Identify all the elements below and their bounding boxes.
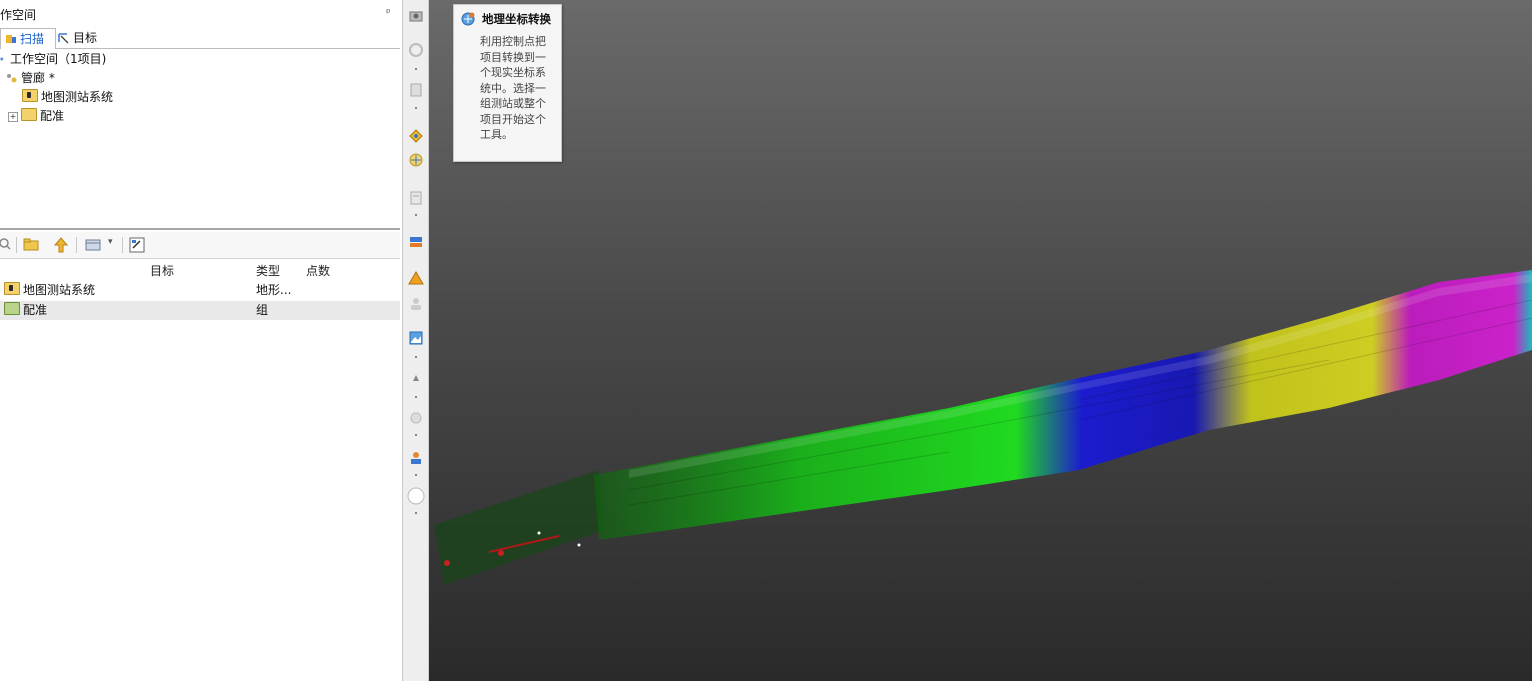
- rotate-icon[interactable]: [408, 42, 424, 58]
- person-pin-icon[interactable]: [408, 450, 424, 466]
- workspace-title: 作空间: [0, 8, 37, 22]
- expand-icon[interactable]: +: [8, 112, 18, 122]
- project-key-icon: [7, 74, 17, 83]
- map-station-folder-icon: [22, 89, 38, 102]
- workspace-header: 作空间 ᵖ: [0, 4, 400, 24]
- column-header-target[interactable]: 目标: [150, 262, 174, 279]
- tree-item-registration[interactable]: + 配准: [8, 107, 64, 125]
- tab-scan[interactable]: 扫描: [0, 28, 56, 49]
- table-row[interactable]: 地图测站系统 地形...: [0, 281, 400, 300]
- geo-transform-icon[interactable]: [408, 152, 424, 168]
- user-icon[interactable]: [408, 296, 424, 312]
- map-station-folder-icon: [4, 282, 20, 295]
- tooltip-line: 项目转换到一: [480, 50, 546, 64]
- image-icon[interactable]: [408, 330, 424, 346]
- row-name: 配准: [23, 303, 48, 317]
- pin-icon[interactable]: ᵖ: [386, 6, 391, 19]
- tooltip-geo-transform: 地理坐标转换 利用控制点把 项目转换到一 个现实坐标系 统中。选择一 组测站或整…: [453, 4, 562, 162]
- folder-open-icon[interactable]: [22, 236, 40, 254]
- tool-strip: [403, 0, 429, 681]
- sphere-icon[interactable]: [408, 410, 424, 426]
- project-tree: 工作空间（1项目) 管廊 * 地图测站系统 + 配准: [0, 48, 400, 230]
- scan-icon: [6, 35, 16, 43]
- point-cloud: [434, 270, 1532, 585]
- cloud-sparse: [434, 470, 604, 585]
- layers-icon[interactable]: [408, 234, 424, 250]
- column-header-type[interactable]: 类型: [256, 262, 280, 279]
- items-table: 目标 类型 点数 地图测站系统 地形... 配准 组: [0, 260, 400, 681]
- tooltip-line: 利用控制点把: [480, 35, 546, 48]
- tooltip-line: 工具。: [480, 128, 513, 141]
- fit-view-icon[interactable]: [408, 128, 424, 144]
- tooltip-title: 地理坐标转换: [482, 12, 551, 26]
- small-triangle-icon[interactable]: [408, 370, 424, 386]
- tooltip-body: 利用控制点把 项目转换到一 个现实坐标系 统中。选择一 组测站或整个 项目开始这…: [480, 34, 556, 143]
- circle-icon[interactable]: [407, 487, 425, 505]
- tree-item-label: 地图测站系统: [41, 90, 114, 104]
- tab-target[interactable]: 目标: [54, 28, 112, 48]
- warning-icon[interactable]: [408, 270, 424, 286]
- view-options-icon[interactable]: [84, 236, 102, 254]
- tooltip-line: 项目开始这个: [480, 112, 546, 126]
- target-icon: [58, 33, 69, 44]
- tab-target-label: 目标: [73, 31, 98, 45]
- tooltip-line: 统中。选择一: [480, 81, 546, 95]
- tree-item-map-station[interactable]: 地图测站系统: [22, 88, 113, 106]
- home-view-icon[interactable]: [408, 8, 424, 24]
- tree-root[interactable]: 工作空间（1项目): [0, 50, 106, 68]
- tree-root-label: 工作空间（1项目): [10, 52, 107, 66]
- up-arrow-icon[interactable]: [52, 236, 70, 254]
- group-folder-icon: [4, 302, 20, 315]
- row-type: 组: [256, 303, 269, 317]
- document-icon[interactable]: [408, 190, 424, 206]
- properties-icon[interactable]: [128, 236, 146, 254]
- tooltip-line: 个现实坐标系: [480, 66, 546, 79]
- workspace-panel: 作空间 ᵖ 扫描 目标 工作空间（1项目) 管廊 * 地图测站系统 + 配准 ▾: [0, 0, 403, 681]
- 3d-viewport[interactable]: [429, 0, 1532, 681]
- geo-transform-icon: [461, 12, 475, 26]
- tree-item-label: 配准: [40, 109, 65, 123]
- panel-tabs: 扫描 目标: [0, 26, 400, 49]
- row-type: 地形...: [256, 283, 292, 297]
- tab-scan-label: 扫描: [20, 32, 45, 46]
- tooltip-line: 组测站或整个: [480, 97, 546, 110]
- page-icon[interactable]: [408, 82, 424, 98]
- column-header-count[interactable]: 点数: [306, 262, 330, 279]
- row-name: 地图测站系统: [23, 283, 96, 297]
- tree-project-label: 管廊 *: [21, 71, 55, 85]
- table-row[interactable]: 配准 组: [0, 301, 400, 320]
- workspace-icon: [0, 57, 4, 61]
- chevron-down-icon[interactable]: ▾: [108, 237, 113, 247]
- folder-icon: [21, 108, 37, 121]
- tree-project[interactable]: 管廊 *: [6, 69, 55, 87]
- list-toolbar: ▾: [0, 232, 400, 259]
